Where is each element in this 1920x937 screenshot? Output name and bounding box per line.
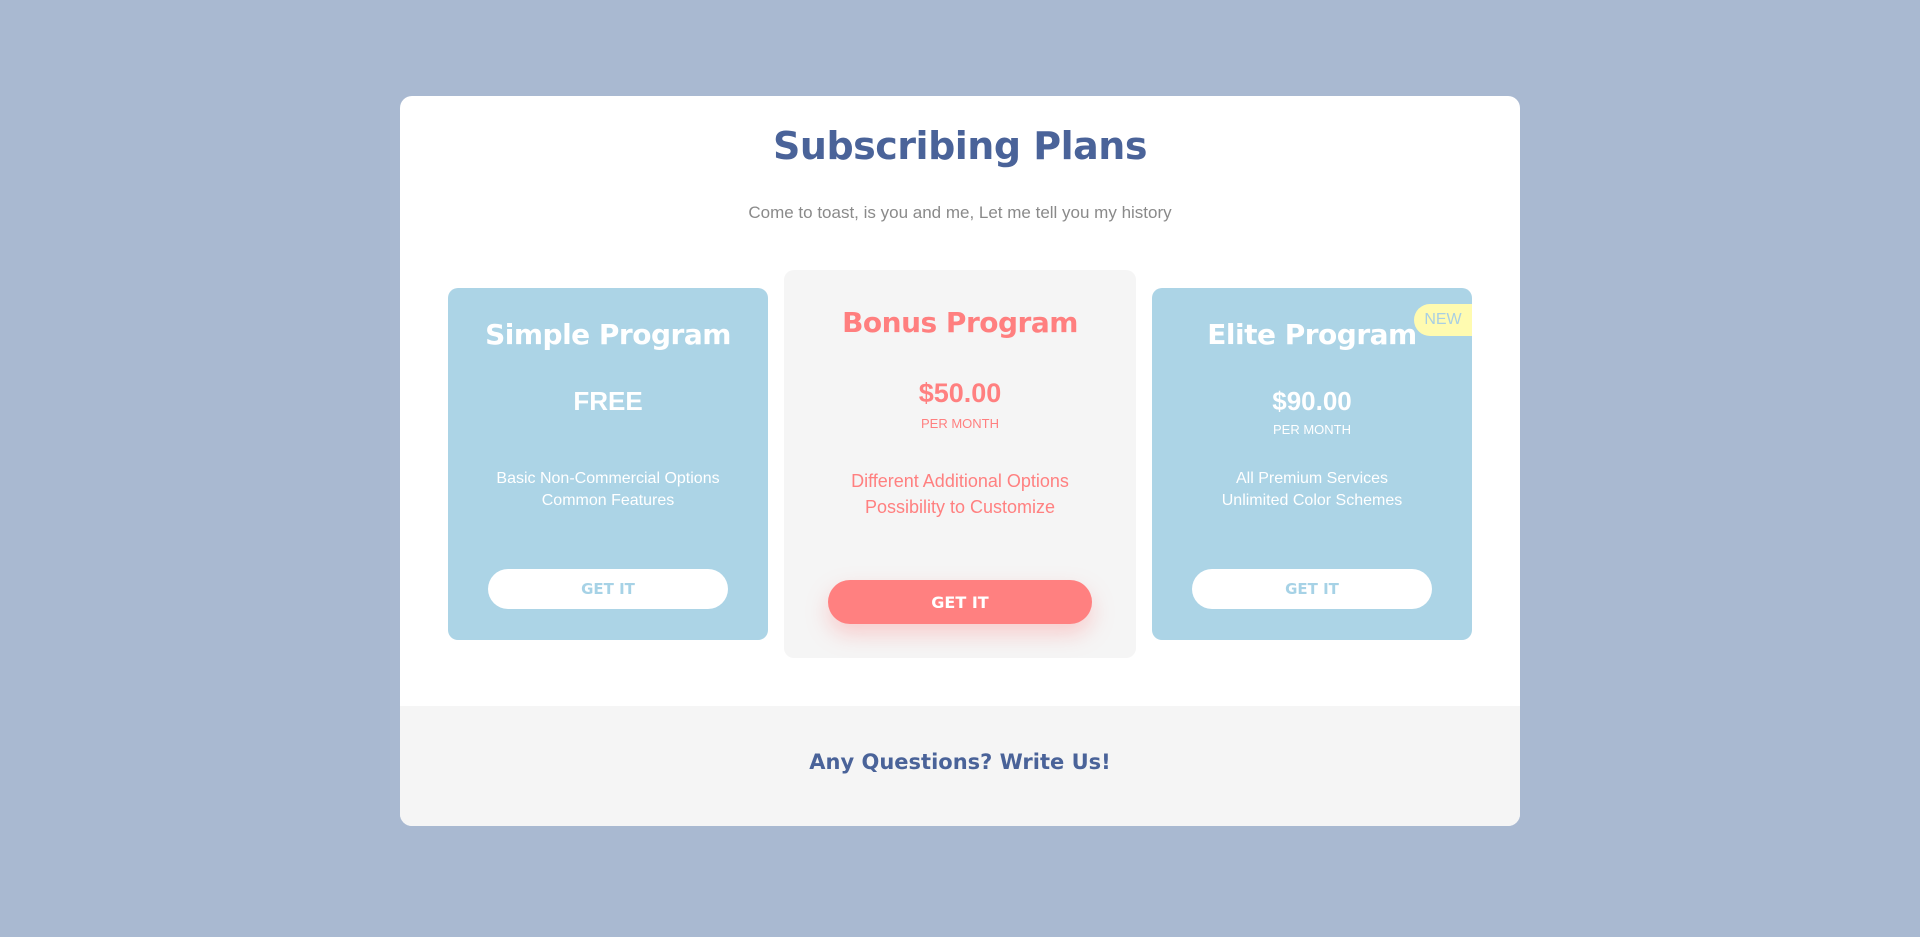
page-subtitle: Come to toast, is you and me, Let me tel… (748, 203, 1172, 222)
pricing-panel: Subscribing Plans Come to toast, is you … (400, 96, 1520, 826)
get-it-button-elite[interactable]: GET IT (1192, 569, 1432, 609)
plan-feature: Common Features (541, 492, 675, 509)
plan-price: $50.00 (918, 378, 1002, 408)
plan-price: $90.00 (1272, 386, 1352, 416)
plan-features: Different Additional Options Possibility… (784, 468, 1136, 520)
plan-name: Bonus Program (842, 306, 1078, 339)
plan-feature: Different Additional Options (851, 471, 1069, 491)
plan-card-simple: Simple Program FREE Basic Non-Commercial… (448, 288, 768, 640)
plan-features: All Premium Services Unlimited Color Sch… (1152, 468, 1472, 512)
contact-link[interactable]: Any Questions? Write Us! (400, 750, 1520, 774)
plan-card-elite: NEW Elite Program $90.00 PER MONTH All P… (1152, 288, 1472, 640)
get-it-button-simple[interactable]: GET IT (488, 569, 728, 609)
plan-period: PER MONTH (1273, 422, 1351, 437)
plan-name: Elite Program (1207, 318, 1417, 351)
get-it-button-bonus[interactable]: GET IT (828, 580, 1092, 624)
plan-name: Simple Program (485, 318, 731, 351)
plan-price: FREE (573, 386, 643, 416)
plan-period: PER MONTH (921, 416, 999, 431)
plan-feature: Basic Non-Commercial Options (496, 470, 720, 487)
plan-feature: Possibility to Customize (864, 497, 1056, 517)
page-title: Subscribing Plans (773, 124, 1147, 168)
plan-feature: All Premium Services (1235, 470, 1389, 487)
footer: Any Questions? Write Us! (400, 706, 1520, 826)
plan-features: Basic Non-Commercial Options Common Feat… (448, 468, 768, 512)
plan-feature: Unlimited Color Schemes (1221, 492, 1403, 509)
plan-card-bonus: Bonus Program $50.00 PER MONTH Different… (784, 270, 1136, 658)
